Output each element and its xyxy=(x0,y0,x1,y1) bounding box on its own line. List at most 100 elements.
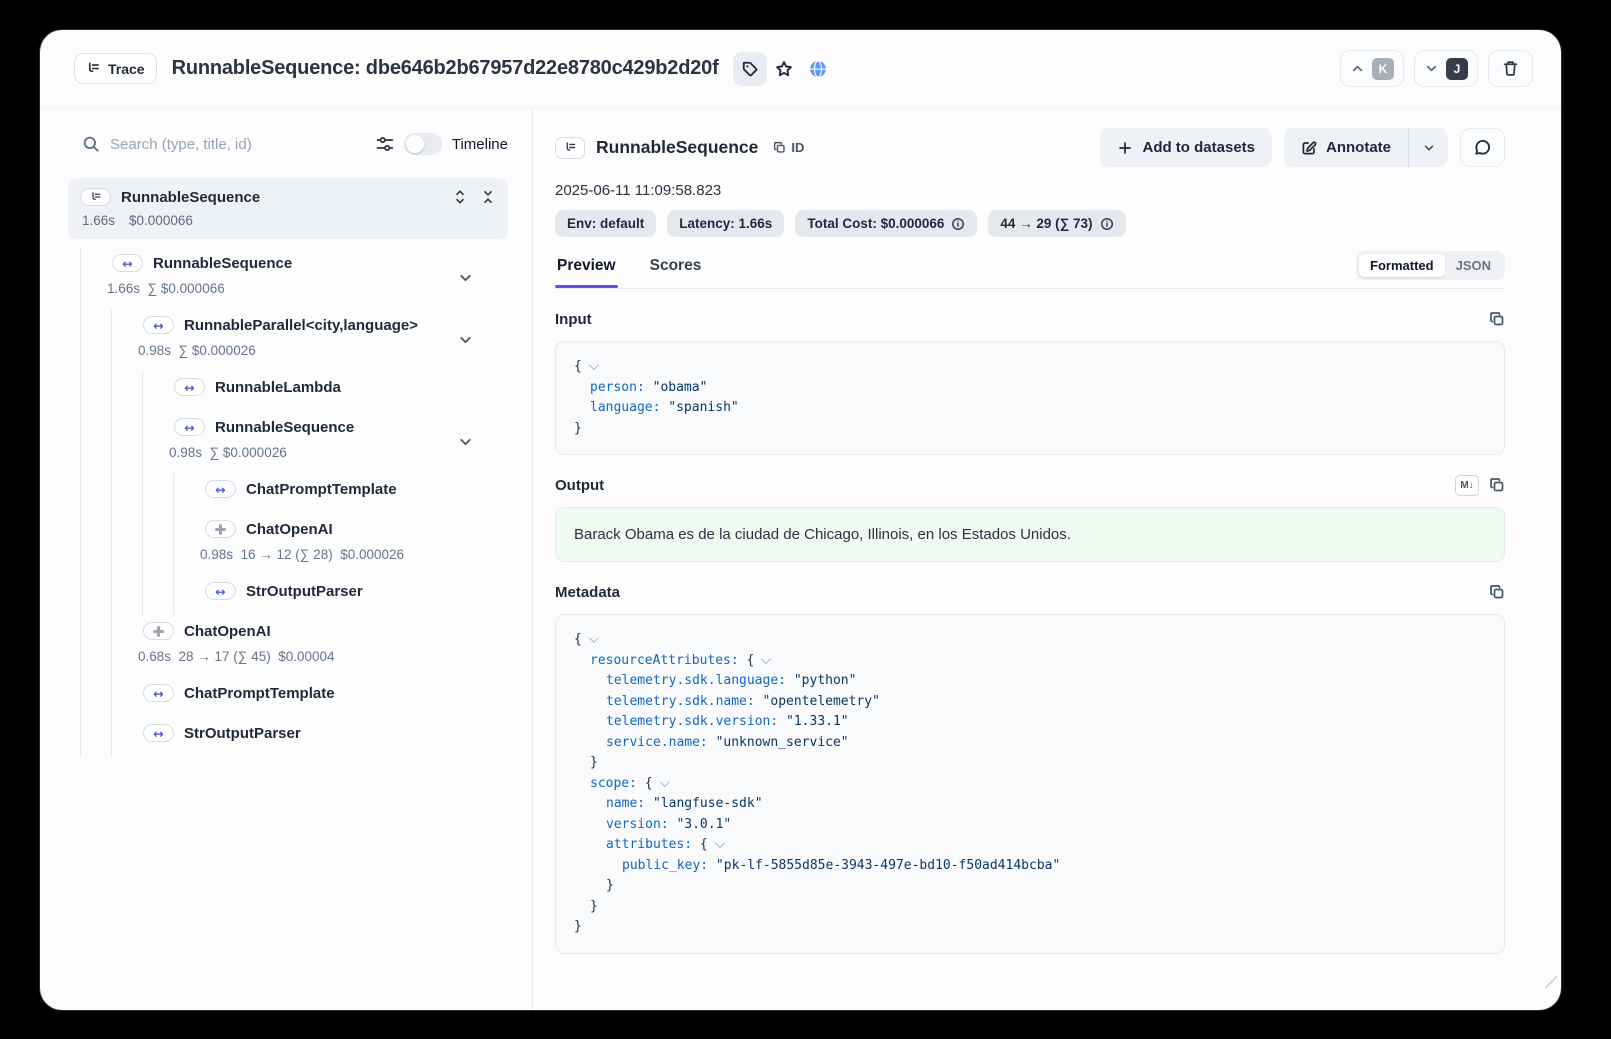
resize-handle[interactable] xyxy=(1545,976,1557,988)
observation-tree-icon xyxy=(555,137,585,159)
tree-node-chatopenai[interactable]: ChatOpenAI0.68s 28 → 17 (∑ 45) $0.00004 xyxy=(68,615,508,677)
format-option-formatted[interactable]: Formatted xyxy=(1359,254,1445,277)
span-icon: ↔ xyxy=(205,582,236,600)
trace-root-cost: $0.000066 xyxy=(129,213,193,228)
tree-node-label: RunnableSequence xyxy=(153,255,292,272)
badge-label: 44 → 29 (∑ 73) xyxy=(1000,216,1092,231)
collapse-node-chevron[interactable] xyxy=(457,434,474,451)
filter-sliders-icon[interactable] xyxy=(376,135,394,153)
collapse-json-chevron[interactable] xyxy=(715,838,725,848)
output-text: Barack Obama es de la ciudad de Chicago,… xyxy=(555,507,1505,562)
collapse-all-icon[interactable] xyxy=(480,189,496,205)
tree-node-metrics: 1.66s ∑ $0.000066 xyxy=(68,277,508,299)
annotate-dropdown-chevron[interactable] xyxy=(1408,128,1448,167)
add-to-datasets-button[interactable]: Add to datasets xyxy=(1100,128,1272,167)
expand-all-icon[interactable] xyxy=(452,189,468,205)
chevron-up-icon xyxy=(1350,61,1365,76)
format-option-json[interactable]: JSON xyxy=(1445,254,1502,277)
metadata-section-title: Metadata xyxy=(555,584,620,601)
tree-node-runnablesequence[interactable]: ↔ RunnableSequence 0.98s ∑ $0.000026 xyxy=(68,411,508,473)
trace-span-tree: ↔RunnableSequence1.66s ∑ $0.000066↔Runna… xyxy=(68,247,508,757)
tree-node-label: StrOutputParser xyxy=(184,725,301,742)
tree-node-label: StrOutputParser xyxy=(246,583,363,600)
code-line: name: "langfuse-sdk" xyxy=(574,794,1486,815)
tree-node-stroutputparser[interactable]: ↔ StrOutputParser xyxy=(68,575,508,615)
span-icon: ↔ xyxy=(205,480,236,498)
code-line: attributes: { xyxy=(574,835,1486,856)
collapse-node-chevron[interactable] xyxy=(457,332,474,349)
collapse-json-chevron[interactable] xyxy=(589,633,599,643)
copy-id-button[interactable]: ID xyxy=(773,140,804,155)
tree-node-metrics: 0.98s ∑ $0.000026 xyxy=(68,441,508,463)
shortcut-key-k: K xyxy=(1372,58,1394,80)
timeline-toggle[interactable] xyxy=(404,133,442,155)
code-line: telemetry.sdk.version: "1.33.1" xyxy=(574,712,1486,733)
prev-trace-button[interactable]: K xyxy=(1340,50,1404,87)
star-icon xyxy=(775,60,793,78)
info-icon xyxy=(951,217,965,231)
tree-node-runnablelambda[interactable]: ↔RunnableLambda xyxy=(68,371,508,411)
trace-type-badge: Trace xyxy=(74,53,157,84)
pencil-square-icon xyxy=(1301,140,1317,156)
collapse-json-chevron[interactable] xyxy=(660,777,670,787)
metric-badge: Latency: 1.66s xyxy=(667,210,784,237)
span-icon: ↔ xyxy=(174,418,205,436)
tree-node-runnableparallel-city-language-[interactable]: ↔RunnableParallel<city,language>0.98s ∑ … xyxy=(68,309,508,371)
collapse-json-chevron[interactable] xyxy=(589,360,599,370)
copy-input-button[interactable] xyxy=(1489,311,1505,327)
tree-node-label: ChatOpenAI xyxy=(184,623,271,640)
bookmark-star-button[interactable] xyxy=(767,52,801,86)
chevron-down-icon xyxy=(1422,141,1436,155)
annotate-split-button: Annotate xyxy=(1284,128,1448,167)
search-input[interactable] xyxy=(110,136,366,153)
copy-metadata-button[interactable] xyxy=(1489,584,1505,600)
public-share-button[interactable] xyxy=(801,52,835,86)
trace-root-item[interactable]: RunnableSequence 1.66s $0.000066 xyxy=(68,178,508,239)
chevron-down-icon xyxy=(1424,61,1439,76)
next-trace-button[interactable]: J xyxy=(1414,50,1478,87)
copy-icon xyxy=(773,141,786,154)
span-icon: ↔ xyxy=(143,684,174,702)
markdown-toggle-button[interactable]: M↓ xyxy=(1455,475,1479,496)
tree-node-label: RunnableSequence xyxy=(215,419,354,436)
tree-node-label: ChatPromptTemplate xyxy=(184,685,335,702)
tree-node-chatprompttemplate[interactable]: ↔ ChatPromptTemplate xyxy=(68,473,508,513)
tree-node-label: ChatPromptTemplate xyxy=(246,481,397,498)
shortcut-key-j: J xyxy=(1446,58,1468,80)
generation-icon xyxy=(205,520,236,538)
code-line: } xyxy=(574,876,1486,897)
tree-node-chatopenai[interactable]: ChatOpenAI 0.98s 16 → 12 (∑ 28) $0.000026 xyxy=(68,513,508,575)
code-line: version: "3.0.1" xyxy=(574,815,1486,836)
tags-button[interactable] xyxy=(733,52,767,86)
trash-icon xyxy=(1502,60,1519,77)
span-icon: ↔ xyxy=(143,316,174,334)
code-line: resourceAttributes: { xyxy=(574,651,1486,672)
copy-output-button[interactable] xyxy=(1489,477,1505,493)
tree-node-chatprompttemplate[interactable]: ↔ ChatPromptTemplate xyxy=(68,677,508,717)
input-section-title: Input xyxy=(555,311,592,328)
tree-node-label: RunnableLambda xyxy=(215,379,341,396)
comments-button[interactable] xyxy=(1460,128,1505,167)
tree-node-stroutputparser[interactable]: ↔StrOutputParser xyxy=(68,717,508,757)
annotate-button[interactable]: Annotate xyxy=(1284,128,1408,167)
tab-preview[interactable]: Preview xyxy=(555,253,618,287)
search-icon xyxy=(82,135,100,153)
globe-icon xyxy=(809,60,827,78)
delete-trace-button[interactable] xyxy=(1488,50,1533,87)
tab-scores[interactable]: Scores xyxy=(648,253,704,287)
collapse-node-chevron[interactable] xyxy=(457,270,474,287)
tree-node-label: RunnableParallel<city,language> xyxy=(184,317,418,334)
code-line: service.name: "unknown_service" xyxy=(574,733,1486,754)
tree-node-metrics: 0.98s 16 → 12 (∑ 28) $0.000026 xyxy=(68,543,508,565)
code-line: person: "obama" xyxy=(574,378,1486,399)
tree-node-runnablesequence[interactable]: ↔RunnableSequence1.66s ∑ $0.000066 xyxy=(68,247,508,309)
collapse-json-chevron[interactable] xyxy=(761,654,771,664)
code-line: scope: { xyxy=(574,774,1486,795)
id-label: ID xyxy=(791,140,804,155)
tree-node-label: ChatOpenAI xyxy=(246,521,333,538)
output-section-title: Output xyxy=(555,477,604,494)
info-icon xyxy=(1100,217,1114,231)
observation-title: RunnableSequence xyxy=(596,137,758,158)
code-line: } xyxy=(574,419,1486,440)
plus-icon xyxy=(1117,140,1133,156)
